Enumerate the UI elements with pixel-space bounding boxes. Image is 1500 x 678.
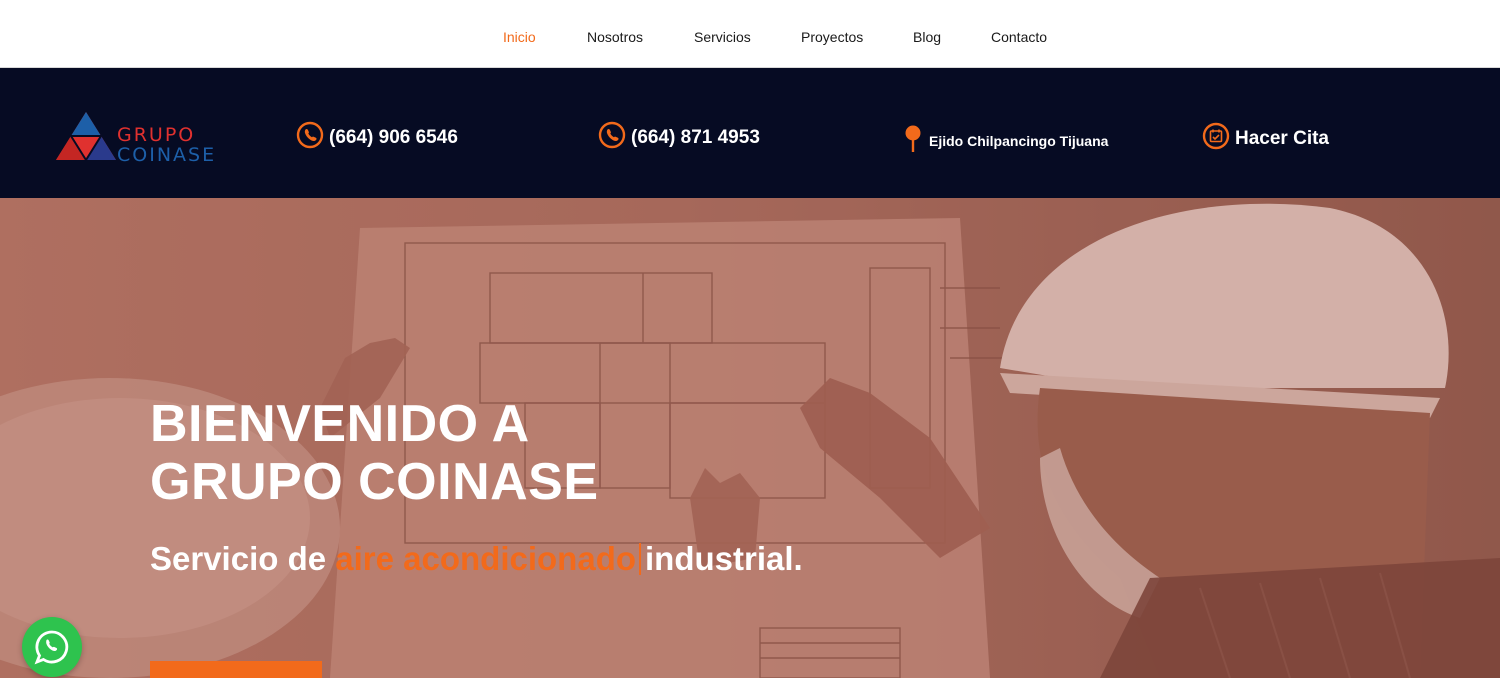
phone-2-text: (664) 871 4953 — [631, 127, 760, 148]
logo-text-coinase: COINASE — [117, 144, 217, 166]
appointment-link[interactable]: Hacer Cita — [1202, 122, 1329, 156]
map-pin-icon — [904, 124, 924, 157]
nav-item-servicios[interactable]: Servicios — [694, 29, 751, 45]
nav-item-proyectos[interactable]: Proyectos — [801, 29, 863, 45]
nav-item-inicio[interactable]: Inicio — [503, 29, 536, 45]
appointment-text: Hacer Cita — [1235, 128, 1329, 149]
hero-section: BIENVENIDO A GRUPO COINASE Servicio de a… — [0, 198, 1500, 678]
hero-subtitle: Servicio de aire acondicionado industrial… — [150, 540, 803, 578]
logo-mark-icon — [56, 112, 116, 161]
address-text: Ejido Chilpancingo Tijuana — [929, 132, 1109, 149]
contact-address[interactable]: Ejido Chilpancingo Tijuana — [904, 124, 1108, 157]
hero-title-line-1: BIENVENIDO A — [150, 395, 530, 453]
contact-bar: GRUPO COINASE (664) 906 6546 (664) 871 4… — [0, 68, 1500, 198]
typing-cursor — [639, 543, 642, 575]
phone-icon — [598, 121, 626, 155]
subtitle-suffix: industrial. — [645, 540, 803, 577]
phone-1-text: (664) 906 6546 — [329, 127, 458, 148]
logo-text-grupo: GRUPO — [117, 124, 196, 146]
subtitle-prefix: Servicio de — [150, 540, 327, 577]
nav-item-contacto[interactable]: Contacto — [991, 29, 1047, 45]
hero-title: BIENVENIDO A GRUPO COINASE — [150, 395, 599, 511]
hero-cta-button[interactable] — [150, 661, 322, 678]
contact-phone-1[interactable]: (664) 906 6546 — [296, 121, 458, 155]
nav-item-nosotros[interactable]: Nosotros — [587, 29, 643, 45]
subtitle-highlight: aire acondicionado — [335, 540, 637, 577]
whatsapp-button[interactable] — [22, 617, 82, 677]
hero-title-line-2: GRUPO COINASE — [150, 453, 599, 511]
company-logo[interactable]: GRUPO COINASE — [54, 110, 234, 166]
nav-item-blog[interactable]: Blog — [913, 29, 941, 45]
phone-icon — [296, 121, 324, 155]
contact-phone-2[interactable]: (664) 871 4953 — [598, 121, 760, 155]
whatsapp-icon — [34, 630, 69, 665]
calendar-icon — [1202, 122, 1230, 156]
nav-list: Inicio Nosotros Servicios Proyectos Blog… — [0, 0, 1500, 67]
main-navigation: Inicio Nosotros Servicios Proyectos Blog… — [0, 0, 1500, 68]
